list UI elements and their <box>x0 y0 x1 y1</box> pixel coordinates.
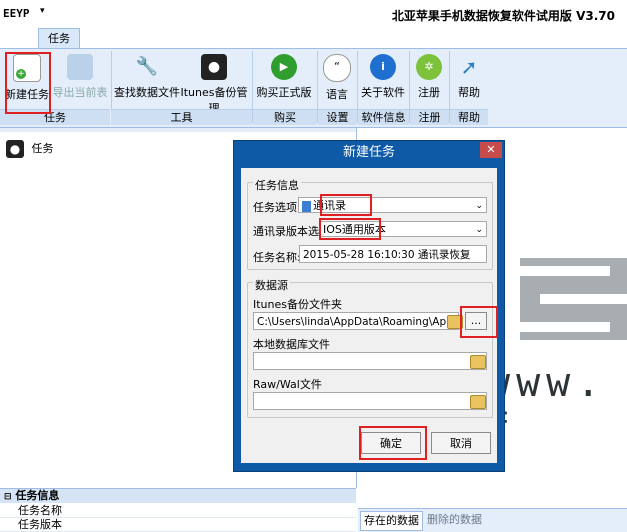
raw-wal-label: Raw/Wal文件 <box>253 378 322 391</box>
find-data-file-button[interactable]: 🔧 查找数据文件 <box>114 52 180 104</box>
window-title: 北亚苹果手机数据恢复软件试用版 V3.70 <box>391 9 615 23</box>
export-table-button[interactable]: 导出当前表 <box>52 52 108 104</box>
app-logo: ЕEYP <box>3 7 30 20</box>
export-label: 导出当前表 <box>52 86 108 99</box>
property-row: 任务名称 <box>0 504 356 518</box>
register-icon: ✲ <box>416 54 442 80</box>
about-label: 关于软件 <box>361 86 405 99</box>
itunes-folder-input[interactable]: C:\Users\linda\AppData\Roaming\Apple Com… <box>253 312 459 330</box>
folder-icon[interactable] <box>470 355 486 369</box>
help-button[interactable]: ➚ 帮助 <box>452 52 486 104</box>
folder-icon[interactable] <box>470 395 486 409</box>
properties-header[interactable]: ⊟ 任务信息 <box>0 489 356 503</box>
task-info-group-label: 任务信息 <box>253 177 301 193</box>
contacts-version-label: 通讯录版本选 <box>253 225 319 238</box>
apple-icon: ● <box>201 54 227 80</box>
dialog-title: 新建任务 <box>342 145 395 160</box>
tab-existing-data[interactable]: 存在的数据 <box>360 511 423 531</box>
group-label-help: 帮助 <box>450 109 488 125</box>
info-icon: i <box>370 54 396 80</box>
watermark-text: www. f <box>486 360 607 452</box>
group-label-buy: 购买 <box>253 109 317 125</box>
group-label-register: 注册 <box>410 109 449 125</box>
group-label-software-info: 软件信息 <box>358 109 409 125</box>
tree-item-label: 任务 <box>31 142 54 155</box>
local-db-input[interactable] <box>253 352 487 370</box>
export-icon <box>67 54 93 80</box>
property-row: 任务版本 <box>0 518 356 532</box>
magnifier-icon: 🔧 <box>135 56 159 77</box>
register-button[interactable]: ✲ 注册 <box>412 52 446 104</box>
buy-full-version-button[interactable]: ▶ 购买正式版 <box>256 52 312 104</box>
ribbon: + 新建任务 导出当前表 🔧 查找数据文件 ● Itunes备份管理 ▶ 购买正… <box>0 48 627 128</box>
play-icon: ▶ <box>271 54 297 80</box>
properties-header-label: 任务信息 <box>15 489 60 502</box>
tab-task[interactable]: 任务 <box>38 28 80 49</box>
group-label-tools: 工具 <box>111 109 252 125</box>
property-label: 任务版本 <box>18 518 62 531</box>
about-software-button[interactable]: i 关于软件 <box>360 52 406 104</box>
task-option-label: 任务选项: <box>253 201 301 214</box>
local-db-label: 本地数据库文件 <box>253 338 330 351</box>
chevron-down-icon: ⌄ <box>475 201 483 211</box>
tab-deleted-data[interactable]: 删除的数据 <box>424 511 485 529</box>
group-label-settings: 设置 <box>318 109 357 125</box>
contacts-icon <box>302 200 311 212</box>
quick-access-dropdown-icon[interactable]: ▾ <box>40 6 45 16</box>
highlight-browse <box>460 306 498 338</box>
raw-wal-input[interactable] <box>253 392 487 410</box>
speech-bubble-icon: “ <box>323 54 351 82</box>
help-arrow-icon: ➚ <box>460 55 478 79</box>
register-label: 注册 <box>418 86 440 99</box>
property-label: 任务名称 <box>18 504 62 517</box>
language-label: 语言 <box>326 88 348 101</box>
itunes-backup-manage-button[interactable]: ● Itunes备份管理 <box>180 52 248 115</box>
highlight-task-option <box>320 194 372 216</box>
chevron-down-icon: ⌄ <box>475 225 483 235</box>
apple-icon: ● <box>6 140 24 158</box>
buy-label: 购买正式版 <box>256 86 312 99</box>
close-icon[interactable]: ✕ <box>480 142 502 158</box>
highlight-contacts-version <box>319 218 381 240</box>
task-name-input[interactable]: 2015-05-28 16:10:30 通讯录恢复 <box>299 245 487 263</box>
language-button[interactable]: “ 语言 <box>320 52 354 104</box>
task-name-label: 任务名称: <box>253 251 301 264</box>
tree-item-task[interactable]: ● 任务 <box>6 138 54 160</box>
pane-header <box>0 128 356 132</box>
itunes-folder-label: Itunes备份文件夹 <box>253 298 342 311</box>
help-label: 帮助 <box>458 86 480 99</box>
cancel-button[interactable]: 取消 <box>431 432 491 454</box>
watermark-logo <box>520 258 627 340</box>
highlight-new-task <box>5 52 51 114</box>
ribbon-tab-row <box>0 28 627 48</box>
highlight-ok <box>359 426 427 460</box>
find-data-label: 查找数据文件 <box>114 86 180 99</box>
datasource-group-label: 数据源 <box>253 277 290 293</box>
